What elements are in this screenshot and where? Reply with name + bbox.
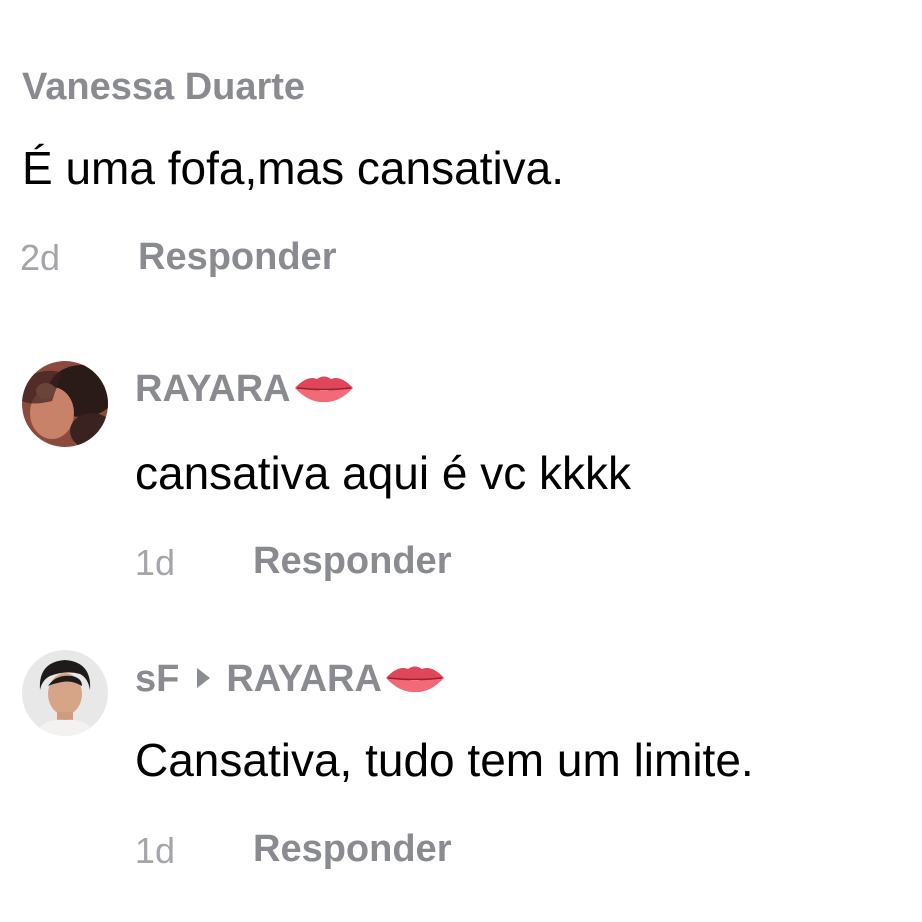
lips-icon <box>384 662 446 700</box>
comment-timestamp: 2d <box>20 237 61 278</box>
comment-timestamp: 1d <box>135 542 176 583</box>
avatar[interactable] <box>22 650 108 736</box>
comment-text: É uma fofa,mas cansativa. <box>22 142 565 194</box>
caret-right-icon <box>197 667 211 688</box>
reply-to-username[interactable]: RAYARA <box>226 658 382 700</box>
comment-username[interactable]: sF <box>135 658 179 700</box>
comment-username-row: sF RAYARA <box>135 660 446 700</box>
reply-button[interactable]: Responder <box>253 542 451 580</box>
comment-username-row: RAYARA <box>135 370 355 410</box>
comment-username[interactable]: Vanessa Duarte <box>22 68 305 106</box>
avatar[interactable] <box>22 361 108 447</box>
lips-icon <box>293 372 355 410</box>
comment-username[interactable]: RAYARA <box>135 368 291 410</box>
comment-text: Cansativa, tudo tem um limite. <box>135 734 754 786</box>
reply-button[interactable]: Responder <box>138 238 336 276</box>
comment-text: cansativa aqui é vc kkkk <box>135 447 632 499</box>
reply-button[interactable]: Responder <box>253 830 451 868</box>
comment-timestamp: 1d <box>135 830 176 871</box>
